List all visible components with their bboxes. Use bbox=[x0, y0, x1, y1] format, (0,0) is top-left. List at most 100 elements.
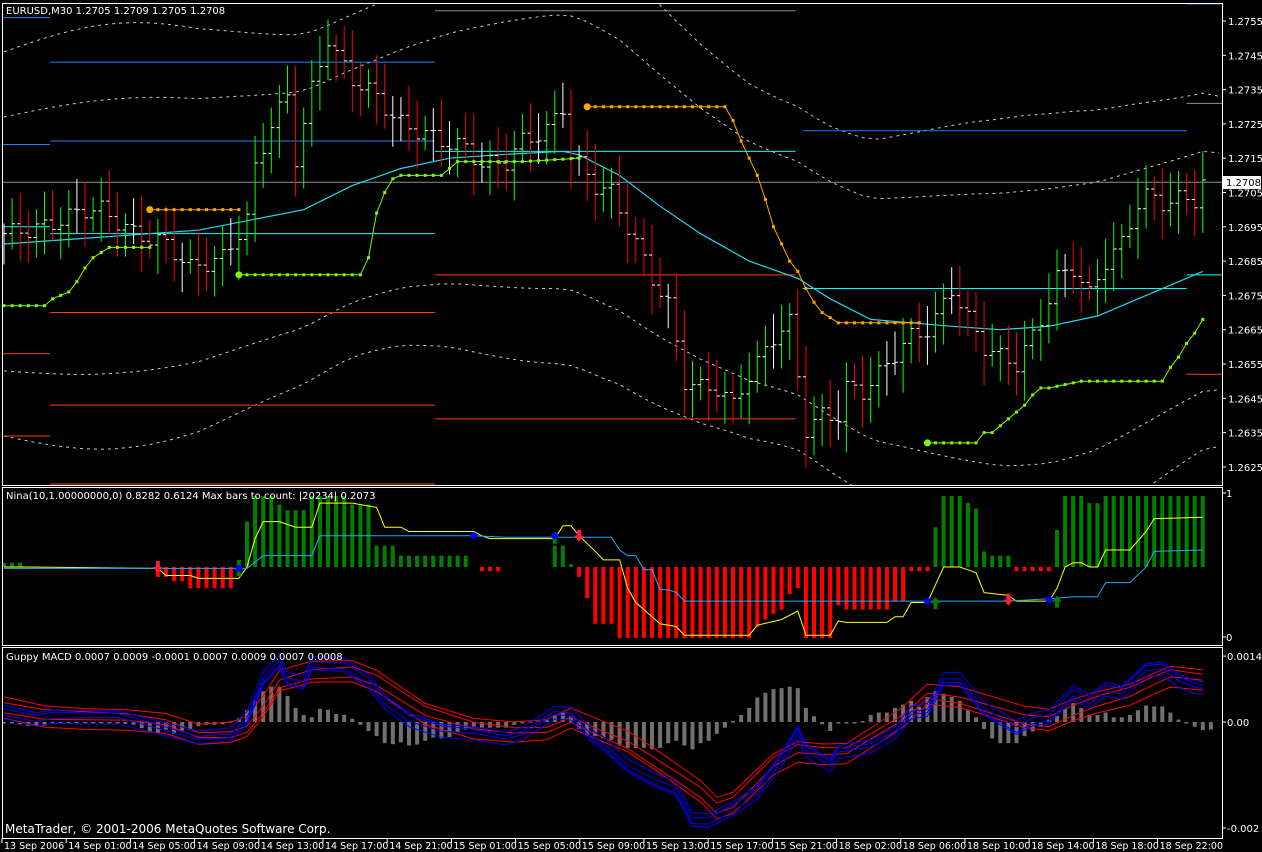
macd-histogram-bar bbox=[666, 722, 671, 744]
trailing-stop-dot bbox=[998, 424, 1002, 428]
nina-histogram-bar bbox=[893, 567, 897, 602]
nina-histogram-bar bbox=[650, 567, 654, 638]
nina-histogram-bar bbox=[1046, 567, 1051, 572]
trailing-stop-dot bbox=[164, 208, 168, 212]
trailing-stop-dot bbox=[691, 105, 694, 109]
macd-histogram-bar bbox=[382, 722, 387, 744]
macd-histogram-bar bbox=[390, 722, 395, 745]
macd-histogram-bar bbox=[641, 722, 646, 748]
nina-histogram-bar bbox=[334, 496, 339, 567]
nina-histogram-bar bbox=[714, 567, 719, 638]
time-tick-label: 14 Sep 17:00 bbox=[325, 841, 388, 852]
nina-histogram-bar bbox=[812, 567, 816, 638]
nina-signal-dot bbox=[470, 532, 478, 540]
nina-histogram-bar bbox=[860, 567, 865, 610]
trailing-stop-dot bbox=[1079, 379, 1083, 383]
trailing-stop-dot bbox=[277, 273, 281, 277]
price-tick-label: 1.2685 bbox=[1228, 257, 1262, 268]
macd-histogram-bar bbox=[706, 722, 711, 741]
trailing-stop-dot bbox=[1136, 379, 1140, 383]
nina-histogram-bar bbox=[188, 567, 193, 589]
nina-histogram-bar bbox=[552, 545, 557, 567]
trailing-stop-dot bbox=[456, 160, 460, 164]
time-tick-label: 14 Sep 01:00 bbox=[68, 841, 131, 852]
nina-histogram-bar bbox=[601, 567, 606, 624]
trailing-stop-dot bbox=[885, 321, 889, 325]
trailing-stop-dot bbox=[1152, 379, 1156, 383]
current-price-label: 1.2708 bbox=[1226, 178, 1261, 189]
trailing-stop-dot bbox=[464, 160, 468, 164]
nina-histogram-bar bbox=[763, 567, 768, 620]
trailing-stop-dot bbox=[350, 273, 354, 277]
trailing-stop-dot bbox=[869, 321, 873, 325]
macd-histogram-bar bbox=[795, 688, 800, 722]
macd-histogram-bar bbox=[1103, 712, 1108, 722]
macd-histogram-bar bbox=[10, 722, 15, 724]
macd-histogram-bar bbox=[731, 721, 735, 723]
trailing-stop-dot bbox=[237, 208, 241, 212]
trailing-stop-dot bbox=[974, 441, 978, 445]
nina-histogram-bar bbox=[941, 496, 946, 567]
nina-histogram-bar bbox=[326, 496, 330, 567]
trailing-stop-dot bbox=[699, 105, 703, 109]
nina-histogram-bar bbox=[309, 496, 314, 567]
trailing-stop-dot bbox=[545, 158, 549, 162]
trailing-stop-dot bbox=[302, 273, 306, 277]
trailing-stop-dot bbox=[1201, 317, 1205, 321]
trailing-stop-dot bbox=[861, 321, 865, 325]
trailing-stop-dot bbox=[1128, 379, 1132, 383]
trailing-stop-dot bbox=[59, 293, 63, 297]
nina-histogram-bar bbox=[228, 567, 233, 589]
trailing-stop-dot bbox=[723, 105, 727, 109]
nina-histogram-bar bbox=[1063, 496, 1068, 567]
trailing-stop-dot bbox=[610, 105, 613, 109]
macd-histogram-bar bbox=[625, 722, 630, 748]
trailing-stop-dot bbox=[472, 160, 476, 164]
trailing-stop-dot bbox=[448, 166, 451, 170]
macd-histogram-bar bbox=[690, 722, 695, 750]
nina-histogram-bar bbox=[965, 503, 970, 567]
trailing-stop-dot bbox=[520, 160, 524, 164]
nina-histogram-bar bbox=[342, 496, 347, 567]
time-tick-label: 14 Sep 05:00 bbox=[132, 841, 195, 852]
trailing-stop-dot bbox=[253, 273, 257, 277]
nina-histogram-bar bbox=[1095, 503, 1100, 567]
macd-histogram-bar bbox=[650, 722, 654, 750]
macd-histogram-bar bbox=[1176, 719, 1181, 722]
macd-histogram-bar bbox=[1136, 710, 1140, 722]
macd-histogram-bar bbox=[415, 722, 420, 745]
nina-histogram-bar bbox=[431, 555, 436, 567]
nina-histogram-bar bbox=[374, 545, 379, 567]
nina-histogram-bar bbox=[609, 567, 614, 624]
nina-histogram-bar bbox=[722, 567, 727, 638]
trailing-stop-dot bbox=[966, 441, 970, 445]
time-axis[interactable]: 13 Sep 2006 14 Sep 01:00 14 Sep 05:00 14 Se… bbox=[1, 838, 1223, 852]
trailing-stop-dot bbox=[950, 441, 954, 445]
nina-histogram-bar bbox=[828, 567, 833, 638]
trailing-stop-dot bbox=[269, 273, 273, 277]
trailing-stop-dot bbox=[796, 269, 800, 273]
nina-histogram-bar bbox=[204, 567, 209, 589]
macd-histogram-bar bbox=[747, 707, 752, 722]
nina-histogram-bar bbox=[382, 545, 387, 567]
macd-histogram-bar bbox=[828, 722, 833, 731]
nina-histogram-bar bbox=[674, 567, 679, 638]
macd-histogram-bar bbox=[917, 706, 922, 722]
trailing-stop-dot bbox=[804, 287, 808, 291]
macd-histogram-bar bbox=[398, 722, 403, 743]
macd-histogram-bar bbox=[852, 722, 857, 724]
nina-histogram-bar bbox=[1152, 496, 1157, 567]
macd-histogram-bar bbox=[301, 714, 306, 722]
time-tick-label: 18 Sep 22:00 bbox=[1160, 841, 1223, 852]
time-tick-label: 15 Sep 17:00 bbox=[710, 841, 773, 852]
trailing-stop-dot bbox=[820, 311, 824, 315]
nina-histogram-bar bbox=[463, 555, 468, 567]
metatrader-chart-window[interactable]: 1.2755 1.2745 1.2735 1.2725 1.2715 1.2705 1.26… bbox=[0, 0, 1262, 852]
trailing-stop-dot bbox=[83, 266, 87, 270]
nina-histogram-bar bbox=[755, 567, 760, 627]
trailing-stop-dot bbox=[488, 160, 492, 164]
macd-histogram-bar bbox=[941, 693, 946, 722]
trailing-stop-dot bbox=[634, 105, 638, 109]
nina-signal-dot bbox=[551, 532, 559, 540]
macd-histogram-bar bbox=[868, 714, 873, 722]
